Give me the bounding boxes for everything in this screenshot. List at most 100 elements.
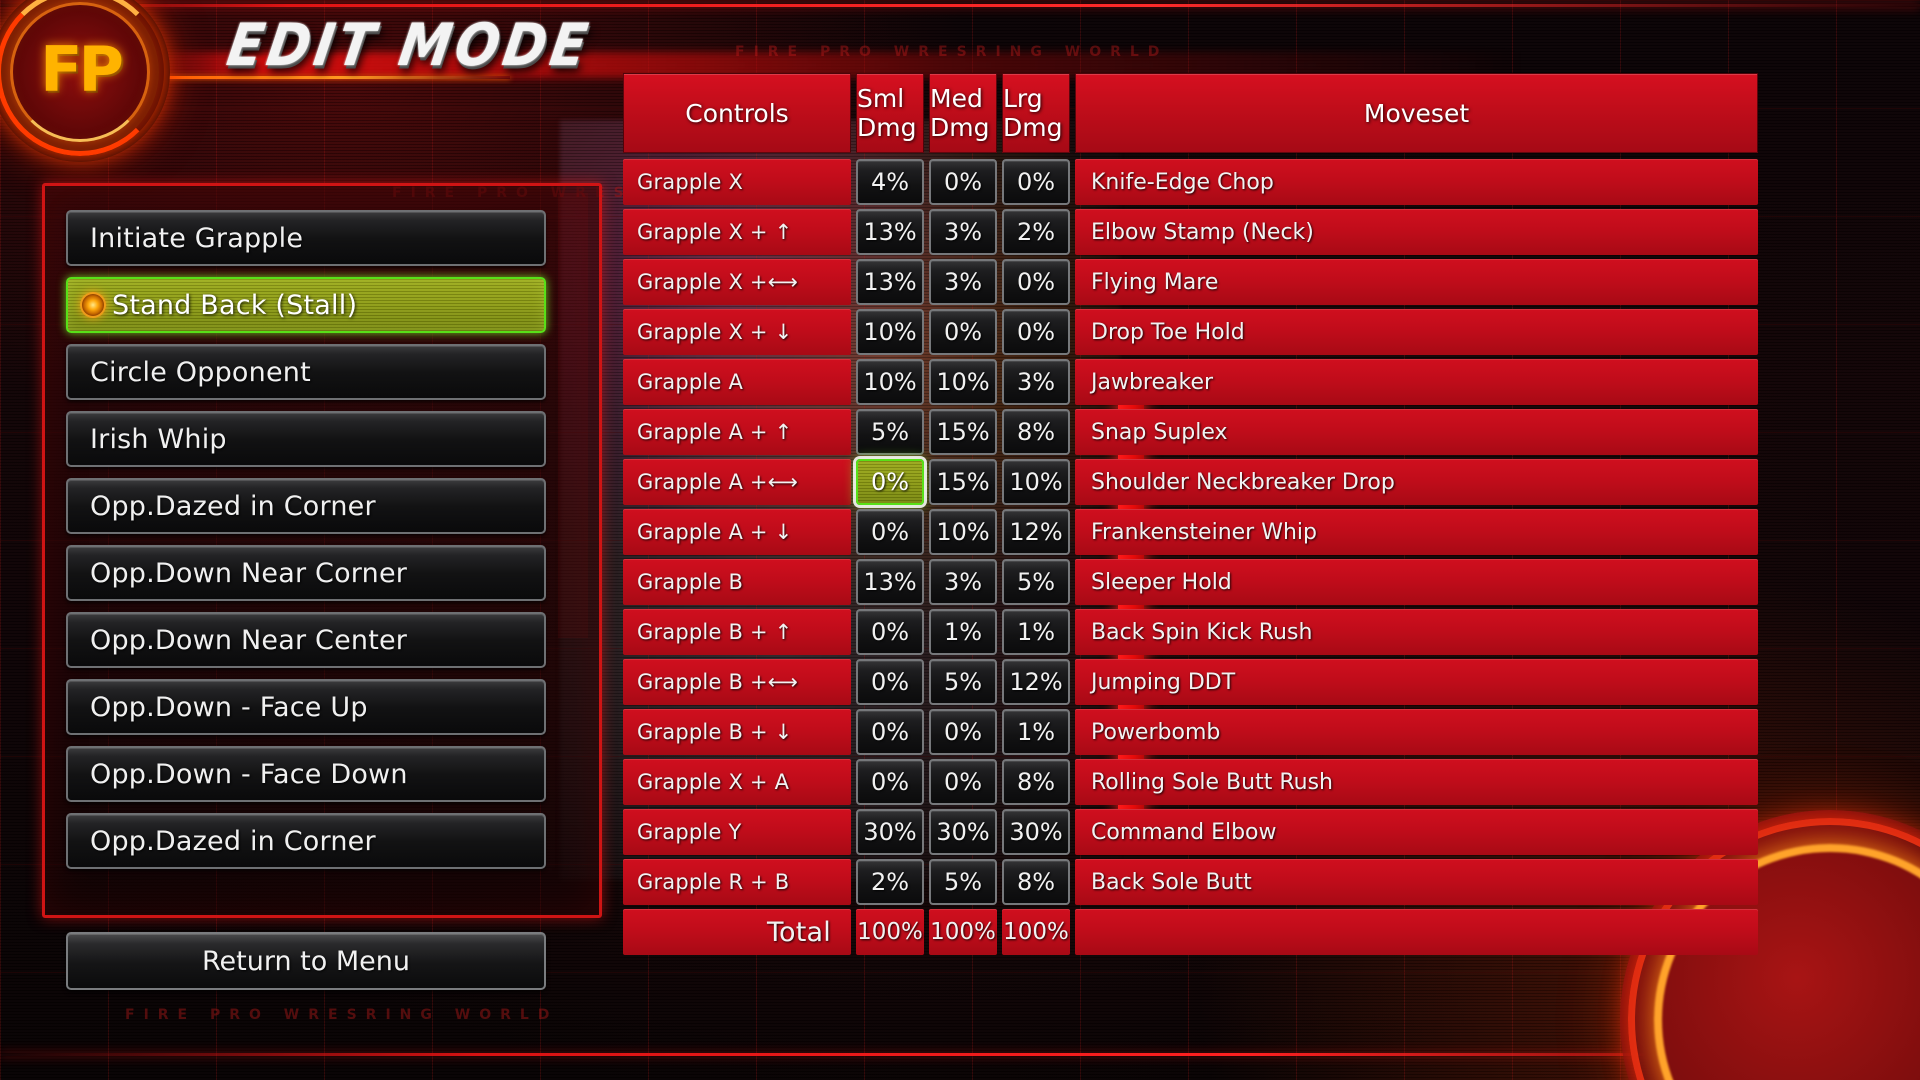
control-label[interactable]: Grapple A + ↑ [623,409,851,455]
control-label[interactable]: Grapple B + ↑ [623,609,851,655]
moveset-name[interactable]: Elbow Stamp (Neck) [1075,209,1758,255]
control-label[interactable]: Grapple A + ↓ [623,509,851,555]
moveset-name[interactable]: Flying Mare [1075,259,1758,305]
small-damage-cell[interactable]: 13% [856,209,924,255]
large-damage-cell[interactable]: 0% [1002,259,1070,305]
header-medium-damage: Med Dmg [929,73,997,153]
return-to-menu-button[interactable]: Return to Menu [66,932,546,990]
sidebar-item-circle-opponent[interactable]: Circle Opponent [66,344,546,400]
control-label[interactable]: Grapple X + ↑ [623,209,851,255]
total-small-damage: 100% [856,909,924,955]
selected-small-damage-cell[interactable]: 0% [856,459,924,505]
sidebar-item-initiate-grapple[interactable]: Initiate Grapple [66,210,546,266]
large-damage-cell[interactable]: 0% [1002,309,1070,355]
control-label[interactable]: Grapple R + B [623,859,851,905]
moveset-name[interactable]: Jumping DDT [1075,659,1758,705]
small-damage-cell[interactable]: 0% [856,609,924,655]
moveset-name[interactable]: Sleeper Hold [1075,559,1758,605]
moveset-name[interactable]: Drop Toe Hold [1075,309,1758,355]
medium-damage-cell[interactable]: 0% [929,159,997,205]
situation-menu-list: Initiate Grapple Stand Back (Stall) Circle… [66,210,546,880]
header-controls: Controls [623,73,851,153]
control-label[interactable]: Grapple X + A [623,759,851,805]
sidebar-item-opp-dazed-in-corner[interactable]: Opp.Dazed in Corner [66,478,546,534]
table-row: Grapple X + A 0% 0% 8% Rolling Sole Butt Rus… [623,759,1758,805]
small-damage-cell[interactable]: 4% [856,159,924,205]
control-label[interactable]: Grapple X + ↓ [623,309,851,355]
moveset-name[interactable]: Rolling Sole Butt Rush [1075,759,1758,805]
moveset-name[interactable]: Knife-Edge Chop [1075,159,1758,205]
medium-damage-cell[interactable]: 5% [929,659,997,705]
header-small-damage: Sml Dmg [856,73,924,153]
small-damage-cell[interactable]: 0% [856,709,924,755]
small-damage-cell[interactable]: 10% [856,359,924,405]
control-label[interactable]: Grapple A [623,359,851,405]
control-label[interactable]: Grapple A +⟷ [623,459,851,505]
sidebar-item-irish-whip[interactable]: Irish Whip [66,411,546,467]
moveset-name[interactable]: Frankensteiner Whip [1075,509,1758,555]
large-damage-cell[interactable]: 3% [1002,359,1070,405]
small-damage-cell[interactable]: 0% [856,509,924,555]
moveset-name[interactable]: Snap Suplex [1075,409,1758,455]
large-damage-cell[interactable]: 30% [1002,809,1070,855]
large-damage-cell[interactable]: 8% [1002,859,1070,905]
moveset-name[interactable]: Powerbomb [1075,709,1758,755]
small-damage-cell[interactable]: 0% [856,759,924,805]
sidebar-item-opp-dazed-in-corner[interactable]: Opp.Dazed in Corner [66,813,546,869]
moveset-name[interactable]: Shoulder Neckbreaker Drop [1075,459,1758,505]
table-row: Grapple X + ↑ 13% 3% 2% Elbow Stamp (Neck) [623,209,1758,255]
medium-damage-cell[interactable]: 10% [929,509,997,555]
medium-damage-cell[interactable]: 10% [929,359,997,405]
large-damage-cell[interactable]: 2% [1002,209,1070,255]
small-damage-cell[interactable]: 30% [856,809,924,855]
sidebar-item-opp-down-near-corner[interactable]: Opp.Down Near Corner [66,545,546,601]
control-label[interactable]: Grapple X [623,159,851,205]
medium-damage-cell[interactable]: 30% [929,809,997,855]
moveset-name[interactable]: Back Sole Butt [1075,859,1758,905]
medium-damage-cell[interactable]: 15% [929,459,997,505]
medium-damage-cell[interactable]: 0% [929,709,997,755]
small-damage-cell[interactable]: 0% [856,659,924,705]
fire-pro-logo: FP [0,0,170,162]
control-label[interactable]: Grapple B + ↓ [623,709,851,755]
large-damage-cell[interactable]: 8% [1002,409,1070,455]
medium-damage-cell[interactable]: 3% [929,209,997,255]
control-label[interactable]: Grapple Y [623,809,851,855]
small-damage-cell[interactable]: 13% [856,259,924,305]
sidebar-item-label: Circle Opponent [90,356,311,388]
control-label[interactable]: Grapple X +⟷ [623,259,851,305]
watermark-top: FIRE PRO WRESRING WORLD [735,44,1169,60]
table-row: Grapple A + ↓ 0% 10% 12% Frankensteiner Whip [623,509,1758,555]
large-damage-cell[interactable]: 1% [1002,609,1070,655]
large-damage-cell[interactable]: 5% [1002,559,1070,605]
large-damage-cell[interactable]: 0% [1002,159,1070,205]
moveset-name[interactable]: Jawbreaker [1075,359,1758,405]
medium-damage-cell[interactable]: 0% [929,309,997,355]
medium-damage-cell[interactable]: 3% [929,559,997,605]
large-damage-cell[interactable]: 8% [1002,759,1070,805]
moveset-name[interactable]: Command Elbow [1075,809,1758,855]
control-label[interactable]: Grapple B +⟷ [623,659,851,705]
large-damage-cell[interactable]: 12% [1002,509,1070,555]
sidebar-item-label: Opp.Dazed in Corner [90,825,376,857]
moveset-name[interactable]: Back Spin Kick Rush [1075,609,1758,655]
sidebar-item-opp-down-face-down[interactable]: Opp.Down - Face Down [66,746,546,802]
large-damage-cell[interactable]: 10% [1002,459,1070,505]
medium-damage-cell[interactable]: 1% [929,609,997,655]
medium-damage-cell[interactable]: 5% [929,859,997,905]
control-label[interactable]: Grapple B [623,559,851,605]
sidebar-item-opp-down-near-center[interactable]: Opp.Down Near Center [66,612,546,668]
large-damage-cell[interactable]: 12% [1002,659,1070,705]
moveset-table: Controls Sml Dmg Med Dmg Lrg Dmg Moveset… [623,73,1758,959]
scrollbar-track[interactable] [558,193,1144,829]
medium-damage-cell[interactable]: 0% [929,759,997,805]
sidebar-item-stand-back-stall[interactable]: Stand Back (Stall) [66,277,546,333]
large-damage-cell[interactable]: 1% [1002,709,1070,755]
medium-damage-cell[interactable]: 15% [929,409,997,455]
small-damage-cell[interactable]: 13% [856,559,924,605]
sidebar-item-opp-down-face-up[interactable]: Opp.Down - Face Up [66,679,546,735]
medium-damage-cell[interactable]: 3% [929,259,997,305]
small-damage-cell[interactable]: 5% [856,409,924,455]
small-damage-cell[interactable]: 2% [856,859,924,905]
small-damage-cell[interactable]: 10% [856,309,924,355]
